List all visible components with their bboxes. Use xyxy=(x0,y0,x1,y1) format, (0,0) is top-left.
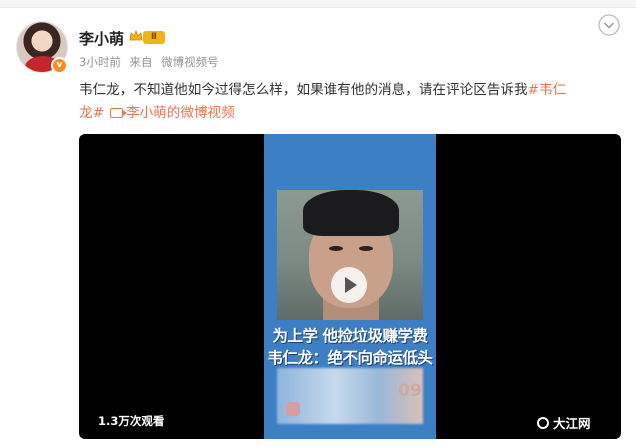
watermark-logo-icon xyxy=(537,417,549,429)
blurred-number: 09 xyxy=(398,381,422,401)
post-time[interactable]: 3小时前 xyxy=(79,55,121,69)
video-link-icon xyxy=(109,108,127,118)
more-options-icon[interactable] xyxy=(598,14,620,36)
top-divider xyxy=(0,0,636,8)
blurred-blob xyxy=(286,402,300,416)
play-icon[interactable] xyxy=(331,267,367,303)
video-caption-line2: 韦仁龙：绝不向命运低头 xyxy=(267,348,433,367)
post-text: 韦仁龙，不知道他如今过得怎么样，如果谁有他的消息，请在评论区告诉我#韦仁龙# 李小… xyxy=(79,79,625,125)
level-badge[interactable]: Ⅱ xyxy=(143,31,165,44)
hashtag-part2: 龙# xyxy=(79,105,104,121)
crown-icon[interactable] xyxy=(129,29,143,43)
hashtag-part1: #韦仁 xyxy=(527,82,567,98)
author-name[interactable]: 李小萌 xyxy=(79,28,124,49)
still-eye-right xyxy=(359,246,373,251)
source-prefix: 来自 xyxy=(129,55,153,69)
view-count: 1.3万次观看 xyxy=(98,414,165,428)
post-source[interactable]: 微博视频号 xyxy=(161,55,219,69)
still-hair xyxy=(303,190,399,236)
watermark: 大江网 xyxy=(553,416,591,431)
video-link[interactable]: 李小萌的微博视频 xyxy=(126,105,235,121)
video-caption-line1: 为上学 他捡垃圾赚学费 xyxy=(272,326,428,345)
post-meta: 3小时前 来自 微博视频号 xyxy=(79,54,224,70)
post-body: 韦仁龙，不知道他如今过得怎么样，如果谁有他的消息，请在评论区告诉我 xyxy=(79,82,528,98)
verified-badge-icon: v xyxy=(51,57,68,74)
video-player[interactable]: 为上学 他捡垃圾赚学费 韦仁龙：绝不向命运低头 09 1.3万次观看 xyxy=(79,134,621,439)
still-eye-left xyxy=(329,246,343,251)
